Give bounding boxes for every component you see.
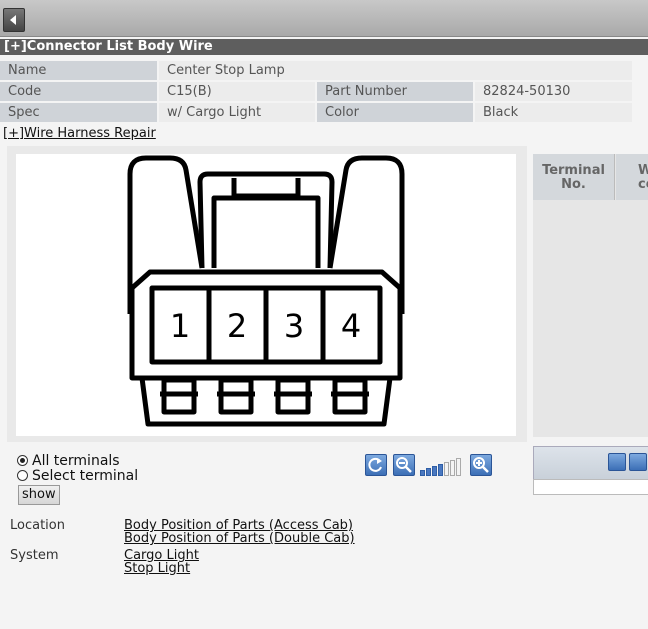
color-label: Color [317, 103, 473, 122]
zoom-in-icon[interactable] [470, 454, 492, 476]
all-terminals-option[interactable]: All terminals [17, 453, 120, 469]
wire-color-header: W co [616, 154, 648, 200]
pin-label[interactable]: 2 [227, 307, 247, 345]
fit-icon[interactable] [629, 453, 647, 471]
back-arrow-icon[interactable] [3, 8, 25, 32]
select-terminal-option[interactable]: Select terminal [17, 468, 138, 484]
pin-label[interactable]: 1 [170, 307, 190, 345]
terminal-table: Terminal No. W co [533, 154, 648, 437]
system-link-stop-light[interactable]: Stop Light [124, 561, 190, 576]
color-value: Black [475, 103, 632, 122]
refresh-icon[interactable] [365, 454, 387, 476]
code-label: Code [0, 82, 157, 101]
top-toolbar [0, 0, 648, 37]
connector-diagram: 1 2 3 4 [16, 154, 516, 436]
wire-harness-repair-link[interactable]: [+]Wire Harness Repair [3, 126, 156, 141]
zoom-out-icon[interactable] [393, 454, 415, 476]
name-label: Name [0, 61, 157, 80]
part-number-label: Part Number [317, 82, 473, 101]
part-number-value: 82824-50130 [475, 82, 632, 101]
table-toolbar [533, 446, 648, 481]
location-link-double-cab[interactable]: Body Position of Parts (Double Cab) [124, 531, 355, 546]
code-value: C15(B) [159, 82, 315, 101]
name-value: Center Stop Lamp [159, 61, 632, 80]
pin-label[interactable]: 4 [341, 307, 361, 345]
refresh-icon[interactable] [608, 453, 626, 471]
spec-label: Spec [0, 103, 157, 122]
location-label: Location [10, 518, 65, 533]
show-button[interactable]: show [18, 485, 60, 505]
radio-unselected-icon[interactable] [17, 470, 28, 481]
terminal-no-header: Terminal No. [533, 154, 615, 200]
radio-selected-icon[interactable] [17, 455, 28, 466]
zoom-level-indicator[interactable] [420, 456, 464, 476]
system-label: System [10, 548, 59, 563]
table-footer [533, 479, 648, 495]
pin-label[interactable]: 3 [284, 307, 304, 345]
connector-list-title: [+]Connector List Body Wire [4, 39, 213, 54]
connector-list-header[interactable]: [+]Connector List Body Wire [0, 39, 648, 55]
connector-drawing: 1 2 3 4 [127, 155, 405, 427]
spec-value: w/ Cargo Light [159, 103, 315, 122]
